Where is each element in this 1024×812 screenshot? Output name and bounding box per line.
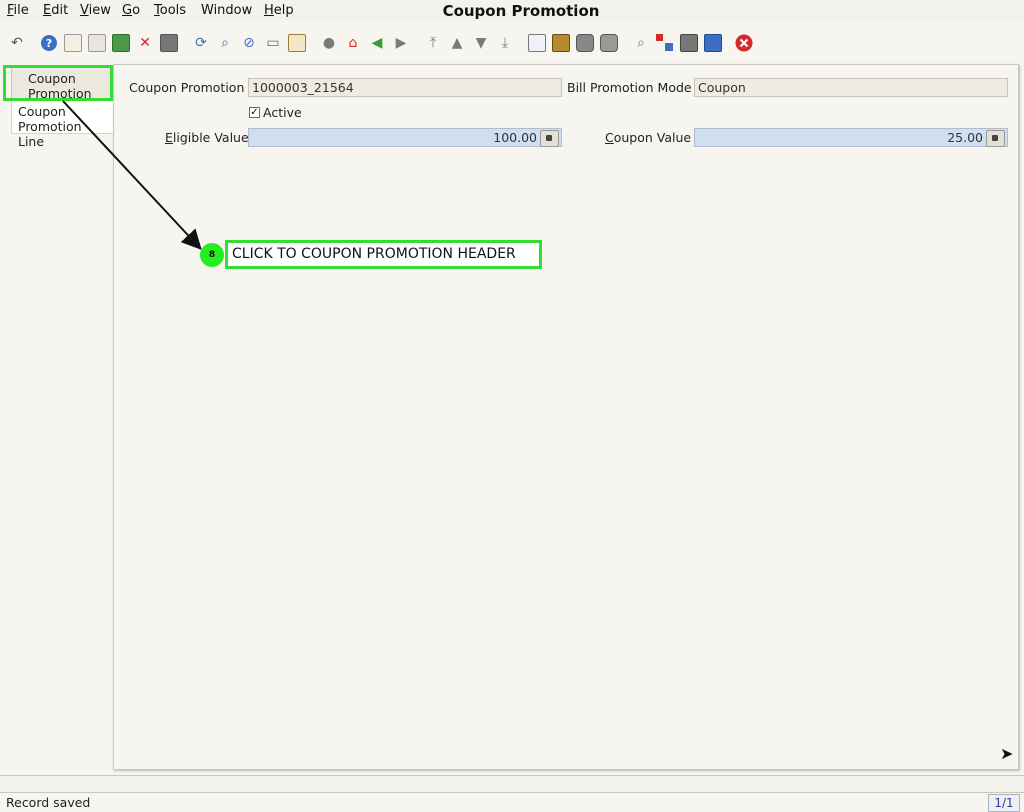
record-panel	[113, 64, 1019, 770]
grid-toggle-icon[interactable]	[288, 34, 306, 52]
active-checkbox[interactable]: ✓	[249, 107, 260, 118]
record-count[interactable]: 1/1	[988, 794, 1020, 812]
active-workflows-icon[interactable]	[656, 34, 674, 52]
zoom-across-icon[interactable]: ⌕	[632, 34, 650, 52]
tab-label-line1: Coupon	[18, 104, 66, 119]
product-info-icon[interactable]	[704, 34, 722, 52]
save-icon[interactable]	[112, 34, 130, 52]
first-record-icon[interactable]: ⤒	[424, 34, 442, 52]
undo-icon[interactable]: ↶	[8, 34, 26, 52]
exit-icon[interactable]	[735, 34, 753, 52]
coupon-value-field[interactable]: 25.00	[694, 128, 1008, 147]
coupon-promotion-field[interactable]: 1000003_21564	[248, 78, 562, 97]
menubar: File Edit View Go Tools Window Help Coup…	[0, 0, 1024, 22]
tab-highlight-box	[3, 65, 113, 101]
next-record-icon[interactable]: ▼	[472, 34, 490, 52]
forward-icon[interactable]: ▶	[392, 34, 410, 52]
bill-promotion-mode-label: Bill Promotion Mode	[567, 80, 692, 95]
svg-text:?: ?	[46, 37, 52, 50]
coupon-value-text: 25.00	[947, 130, 983, 145]
instruction-callout: CLICK TO COUPON PROMOTION HEADER	[225, 240, 542, 269]
tab-label-line2: Promotion Line	[18, 119, 82, 149]
mouse-cursor-icon: ➤	[1000, 744, 1014, 763]
chat-icon[interactable]: ▭	[264, 34, 282, 52]
report-icon[interactable]	[528, 34, 546, 52]
archive-icon[interactable]	[552, 34, 570, 52]
print-icon[interactable]	[600, 34, 618, 52]
help-icon[interactable]: ?	[40, 34, 58, 52]
new-record-icon[interactable]	[64, 34, 82, 52]
delete-icon[interactable]: ✕	[136, 34, 154, 52]
window-title: Coupon Promotion	[442, 2, 600, 20]
toolbar: ↶ ? ✕ ⟳ ⌕ ⊘ ▭ ● ⌂ ◀ ▶ ⤒ ▲ ▼ ⤓ ⌕	[0, 28, 1024, 58]
history-icon[interactable]: ●	[320, 34, 338, 52]
refresh-icon[interactable]: ⟳	[192, 34, 210, 52]
tab-coupon-promotion-line[interactable]: Coupon Promotion Line	[11, 100, 115, 149]
back-icon[interactable]: ◀	[368, 34, 386, 52]
status-separator	[0, 775, 1024, 793]
home-icon[interactable]: ⌂	[344, 34, 362, 52]
eligible-value-label: Eligible Value	[165, 130, 249, 145]
ignore-icon[interactable]	[160, 34, 178, 52]
status-bar: Record saved 1/1	[0, 792, 1024, 812]
find-icon[interactable]: ⌕	[216, 34, 234, 52]
print-preview-icon[interactable]	[576, 34, 594, 52]
step-number-badge: 8	[200, 243, 224, 267]
status-message: Record saved	[6, 795, 91, 810]
request-icon[interactable]	[680, 34, 698, 52]
calculator-icon[interactable]	[540, 130, 559, 147]
coupon-promotion-label: Coupon Promotion	[129, 80, 245, 95]
copy-record-icon[interactable]	[88, 34, 106, 52]
active-label: Active	[263, 105, 302, 120]
coupon-value-label: Coupon Value	[605, 130, 692, 145]
calculator-icon[interactable]	[986, 130, 1005, 147]
previous-record-icon[interactable]: ▲	[448, 34, 466, 52]
eligible-value-text: 100.00	[493, 130, 537, 145]
bill-promotion-mode-field[interactable]: Coupon	[694, 78, 1008, 97]
attachment-icon[interactable]: ⊘	[240, 34, 258, 52]
last-record-icon[interactable]: ⤓	[496, 34, 514, 52]
eligible-value-field[interactable]: 100.00	[248, 128, 562, 147]
